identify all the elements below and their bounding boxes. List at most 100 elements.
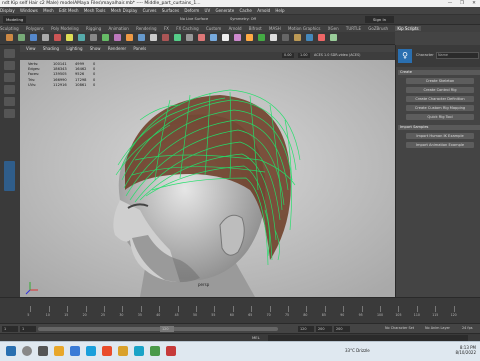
script-icon[interactable] [198,34,205,41]
vp-menu-shading[interactable]: Shading [43,46,59,51]
script-icon[interactable] [126,34,133,41]
gamma-field[interactable]: 1.00 [298,53,310,58]
tab-turtle[interactable]: TURTLE [346,26,361,31]
fps-dropdown[interactable]: 24 fps [462,326,473,330]
range-slider-track[interactable] [38,327,278,331]
script-icon[interactable] [138,34,145,41]
menu-uv[interactable]: UV [205,8,211,13]
script-icon[interactable] [6,34,13,41]
no-live-surface[interactable]: No Live Surface [180,17,208,21]
tab-rendering[interactable]: Rendering [136,26,156,31]
app-icon[interactable] [70,346,80,356]
tab-gozbrush[interactable]: GoZBrush [368,26,388,31]
script-icon[interactable] [42,34,49,41]
start-time-field[interactable]: 1 [2,326,18,332]
menu-display[interactable]: Display [0,8,15,13]
menu-cache[interactable]: Cache [239,8,251,13]
menu-mesh[interactable]: Mesh [43,8,54,13]
script-icon[interactable] [258,34,265,41]
script-icon[interactable] [306,34,313,41]
layout-panel-icon[interactable] [4,161,15,191]
script-icon[interactable] [330,34,337,41]
tab-custom[interactable]: Custom [206,26,221,31]
rotate-tool-icon[interactable] [4,97,15,106]
symmetry-dropdown[interactable]: Symmetry: Off [230,17,256,21]
scale-tool-icon[interactable] [4,109,15,118]
playback-end-field[interactable]: 120 [298,326,314,332]
menu-mesh-display[interactable]: Mesh Display [111,8,138,13]
task-view-icon[interactable] [38,346,48,356]
script-icon[interactable] [18,34,25,41]
character-set-dropdown[interactable]: No Character Set [385,326,414,330]
app-icon[interactable] [118,346,128,356]
tab-mash[interactable]: MASH [269,26,281,31]
select-tool-icon[interactable] [4,49,15,58]
tab-fx[interactable]: FX [164,26,169,31]
checker-icon[interactable] [270,34,277,41]
create-custom-rig-mapping-button[interactable]: Create Custom Rig Mapping [406,105,474,111]
import-human-ik-example-button[interactable]: Import Human IK Example [406,133,474,139]
time-slider[interactable]: 5 10 15 20 25 30 35 40 45 50 55 60 65 70 75 80 85 90 95 100… [0,297,480,324]
tab-sculpting[interactable]: Sculpting [0,26,19,31]
tab-motion-graphics[interactable]: Motion Graphics [288,26,321,31]
script-icon[interactable] [186,34,193,41]
script-icon[interactable] [90,34,97,41]
tab-kip-scripts[interactable]: Kip Scripts [395,26,421,31]
explorer-icon[interactable] [54,346,64,356]
script-icon[interactable] [162,34,169,41]
quick-rig-tool-button[interactable]: Quick Rig Tool [406,114,474,120]
colorspace-dropdown[interactable]: ACES 1.0 SDR-video (ACES) [314,53,361,58]
tab-xgen[interactable]: XGen [328,26,339,31]
script-icon[interactable] [282,34,289,41]
create-skeleton-button[interactable]: Create Skeleton [406,78,474,84]
mel-label[interactable]: MEL [252,335,260,340]
menu-mesh-tools[interactable]: Mesh Tools [84,8,106,13]
script-icon[interactable] [30,34,37,41]
script-icon[interactable] [150,34,157,41]
app-icon[interactable] [166,346,176,356]
search-icon[interactable] [22,346,32,356]
menu-edit-mesh[interactable]: Edit Mesh [59,8,79,13]
app-icon[interactable] [102,346,112,356]
app-icon[interactable] [86,346,96,356]
section-create[interactable]: Create [398,70,480,75]
script-icon[interactable] [54,34,61,41]
end-time-field[interactable]: 200 [316,326,332,332]
tab-rigging[interactable]: Rigging [86,26,101,31]
weather-widget[interactable]: 33°C Drizzle [345,348,370,353]
create-character-definition-button[interactable]: Create Character Definition [406,96,474,102]
paint-select-icon[interactable] [4,73,15,82]
move-tool-icon[interactable] [4,85,15,94]
max-time-field[interactable]: 200 [334,326,350,332]
vp-menu-renderer[interactable]: Renderer [108,46,126,51]
menu-curves[interactable]: Curves [143,8,157,13]
menu-generate[interactable]: Generate [215,8,234,13]
maya-icon[interactable] [134,346,144,356]
range-slider-end-marker[interactable]: 120 [160,326,174,332]
script-icon[interactable] [246,34,253,41]
menu-arnold[interactable]: Arnold [257,8,270,13]
tab-polygons[interactable]: Polygons [26,26,44,31]
tab-arnold[interactable]: Arnold [229,26,242,31]
script-icon[interactable] [210,34,217,41]
exposure-field[interactable]: 0.00 [282,53,294,58]
minimize-button[interactable]: — [444,0,456,7]
script-icon[interactable] [222,34,229,41]
lasso-tool-icon[interactable] [4,61,15,70]
script-icon[interactable] [294,34,301,41]
script-icon[interactable] [174,34,181,41]
vp-menu-show[interactable]: Show [90,46,101,51]
mode-selector[interactable]: Modeling [3,16,27,23]
script-icon[interactable] [78,34,85,41]
sign-in-button[interactable]: Sign In [365,16,395,23]
start-icon[interactable] [6,346,16,356]
script-icon[interactable] [234,34,241,41]
menu-surfaces[interactable]: Surfaces [162,8,179,13]
tab-bifrost[interactable]: Bifrost [249,26,262,31]
script-icon[interactable] [66,34,73,41]
3d-viewport[interactable]: Verts: 100141 4999 0 Edges: 186343 16462 0 Fac… [20,60,395,297]
section-import-samples[interactable]: Import Samples [398,125,480,130]
tab-animation[interactable]: Animation [108,26,128,31]
app-icon[interactable] [150,346,160,356]
tab-poly-modeling[interactable]: Poly Modeling [51,26,79,31]
